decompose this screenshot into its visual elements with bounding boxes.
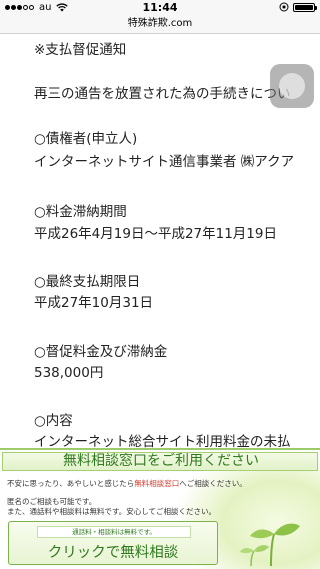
assistive-touch-button[interactable] — [270, 64, 314, 108]
sprout-icon — [240, 523, 300, 566]
consultation-banner[interactable]: 無料相談窓口をご利用ください 不安に思ったり、あやしいと感じたら無料相談窓口へご… — [0, 448, 320, 569]
cta-label: クリックで無料相談 — [47, 545, 179, 561]
deadline-value: 平成27年10月31日 — [34, 295, 154, 311]
amount-value: 538,000円 — [34, 365, 104, 381]
banner-line-1: 不安に思ったり、あやしいと感じたら無料相談窓口へご相談ください。 — [7, 478, 247, 489]
banner-line-1-highlight[interactable]: 無料相談窓口 — [134, 479, 179, 488]
free-consultation-button[interactable]: 通話料・相談料は無料です。 クリックで無料相談 — [8, 521, 218, 565]
banner-title: 無料相談窓口をご利用ください — [63, 453, 259, 469]
banner-title-bar: 無料相談窓口をご利用ください — [2, 452, 318, 471]
creditor-label: ○債権者(申立人) — [34, 131, 138, 147]
period-value: 平成26年4月19日～平成27年11月19日 — [34, 226, 277, 242]
status-time: 11:44 — [142, 1, 178, 14]
status-bar: au 11:44 — [0, 0, 320, 16]
orientation-lock-icon — [279, 2, 289, 12]
notice-body: 再三の通告を放置された為の手続きについ — [34, 86, 291, 102]
phone-screen: au 11:44 特殊詐欺.com ※支払督促通知 再三の通告を放置された為の手… — [0, 0, 320, 569]
main-content: ※支払督促通知 再三の通告を放置された為の手続きについ ○債権者(申立人) イン… — [0, 34, 320, 448]
amount-label: ○督促料金及び滞納金 — [34, 344, 168, 360]
battery-icon — [293, 2, 317, 12]
deadline-label: ○最終支払期限日 — [34, 274, 141, 290]
url-bar[interactable]: 特殊詐欺.com — [0, 16, 320, 34]
page-domain: 特殊詐欺.com — [127, 18, 193, 29]
banner-line-3: また、通話料や相談料は無料です。安心してご相談ください。 — [7, 507, 217, 516]
creditor-value: インターネットサイト通信事業者 ㈱アクア — [34, 154, 295, 170]
banner-line-1-suffix: へご相談ください。 — [179, 479, 247, 488]
cta-subtext: 通話料・相談料は無料です。 — [37, 526, 191, 538]
period-label: ○料金滞納期間 — [34, 204, 127, 220]
notice-heading: ※支払督促通知 — [34, 42, 127, 58]
detail-label: ○内容 — [34, 413, 73, 429]
detail-value: インターネット総合サイト利用料金の未払 — [34, 434, 291, 448]
banner-line-1-prefix: 不安に思ったり、あやしいと感じたら — [7, 479, 135, 488]
